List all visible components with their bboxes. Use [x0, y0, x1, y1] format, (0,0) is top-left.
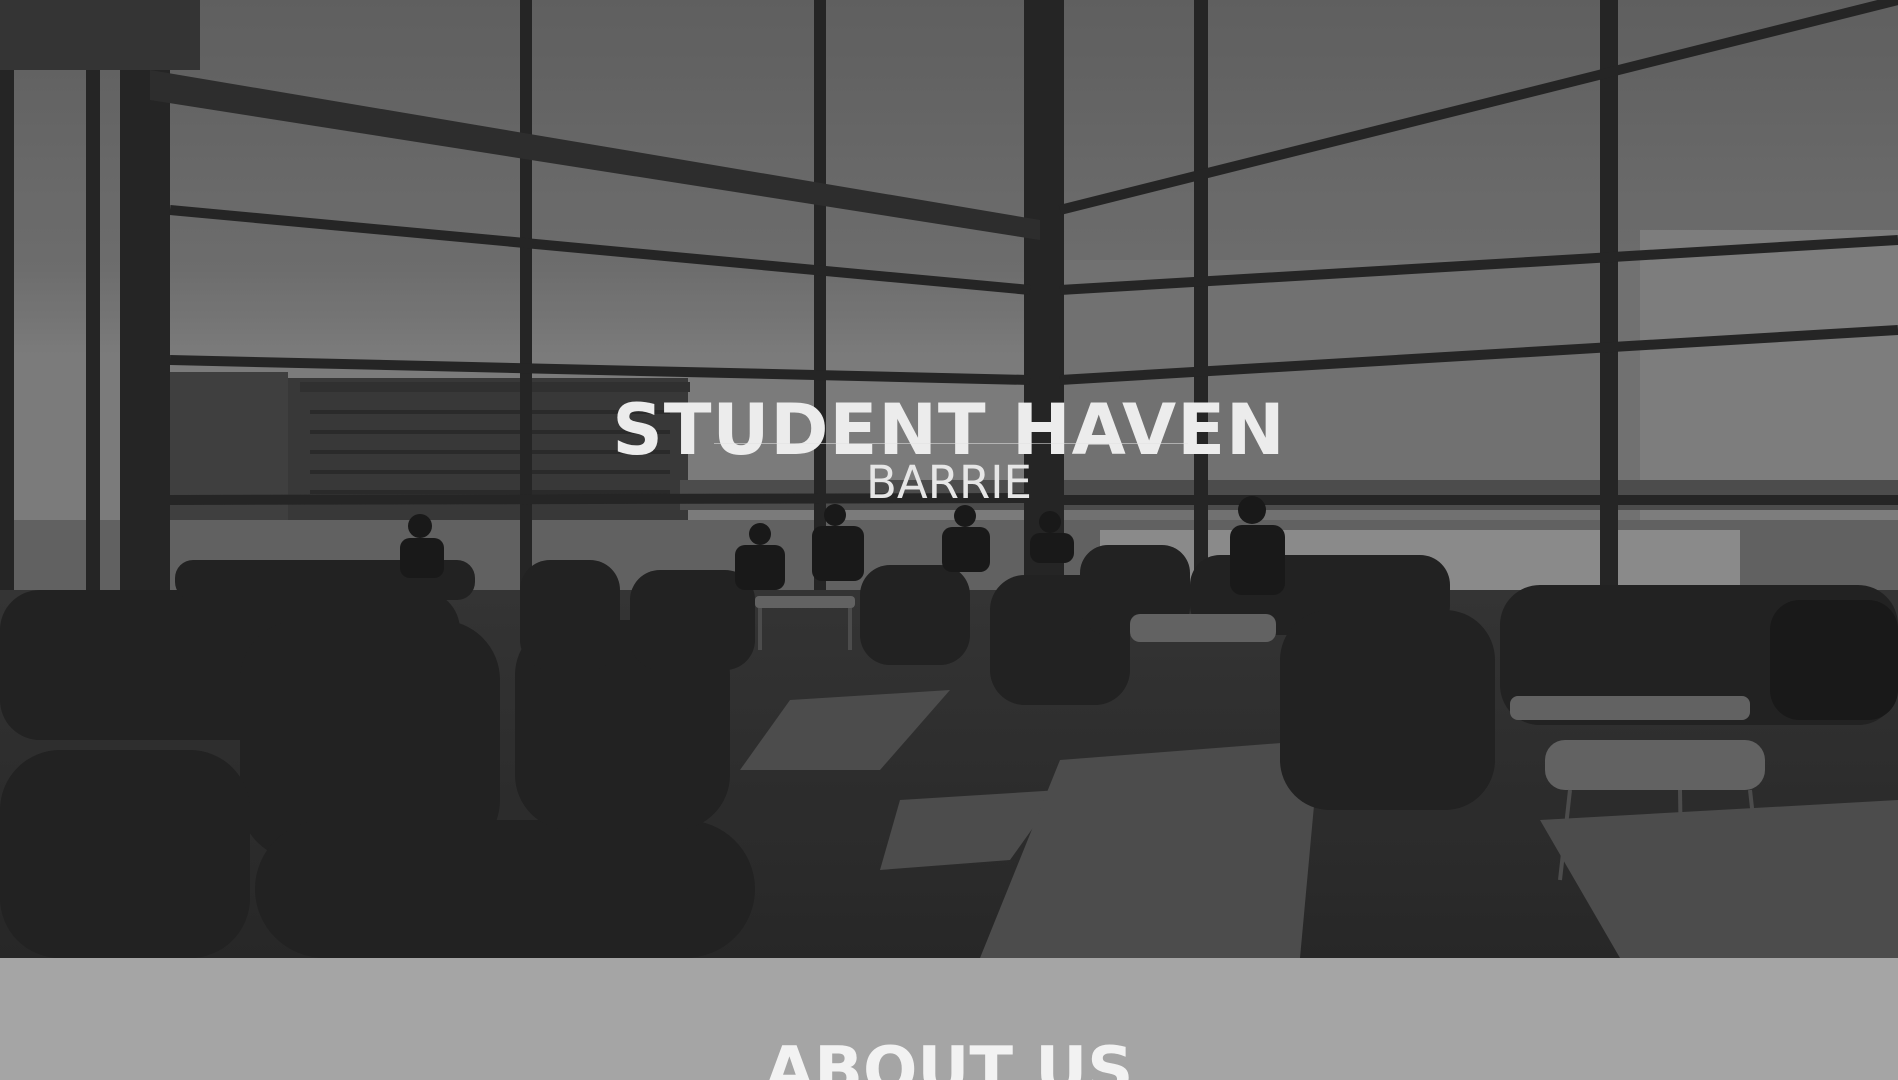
about-heading: ABOUT US	[764, 1034, 1134, 1080]
hero-subtitle: BARRIE	[866, 456, 1032, 509]
page: STUDENT HAVEN BARRIE ABOUT US	[0, 0, 1898, 1080]
about-section-banner: ABOUT US	[0, 958, 1898, 1080]
hero-divider	[714, 443, 1188, 444]
hero-section: STUDENT HAVEN BARRIE	[0, 0, 1898, 958]
